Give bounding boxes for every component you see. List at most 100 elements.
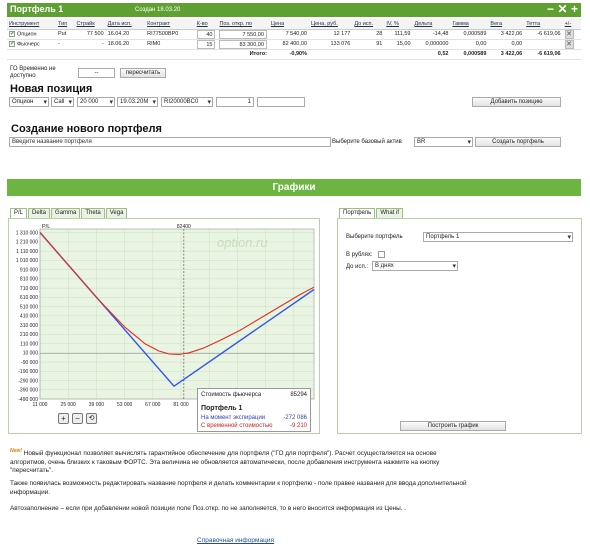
- col-header[interactable]: Контракт: [145, 19, 195, 30]
- current-price-label: 82400: [177, 224, 191, 230]
- col-header[interactable]: Тетта: [524, 19, 563, 30]
- expiry-label: На момент экспирации: [201, 415, 266, 421]
- new-portfolio-title: Создание нового портфеля: [11, 123, 162, 135]
- y-tick-label: -90 000: [21, 360, 38, 366]
- portfolio-name-input[interactable]: Введите название портфеля: [9, 137, 331, 147]
- x-tick-label: 11 000: [33, 402, 48, 408]
- row-checkbox[interactable]: ✔: [9, 40, 15, 47]
- contract-select[interactable]: RI20000BC0: [161, 97, 213, 107]
- cell-iv: 111,59: [384, 29, 413, 40]
- tab-portfolio[interactable]: Портфель: [339, 208, 376, 218]
- date-select[interactable]: 19.03.20M: [117, 97, 158, 107]
- col-header[interactable]: Инструмент: [7, 19, 56, 30]
- tab-pl[interactable]: P/L: [10, 208, 28, 218]
- instrument-select[interactable]: Опцион: [9, 97, 49, 107]
- row-checkbox[interactable]: ✔: [9, 30, 15, 37]
- cell-iv: 15,00: [384, 39, 413, 50]
- new-price-input[interactable]: [257, 97, 305, 107]
- asset-select[interactable]: BR: [414, 137, 473, 147]
- y-tick-label: 1 110 000: [16, 249, 38, 255]
- col-header[interactable]: IV, %: [384, 19, 413, 30]
- totals-theta: -6 619,06: [524, 49, 563, 60]
- col-header[interactable]: Тип: [56, 19, 75, 30]
- close-icon[interactable]: ✕: [557, 3, 568, 15]
- cell-instrument: Опцион: [17, 31, 37, 38]
- rub-checkbox[interactable]: [378, 251, 385, 258]
- totals-label: Итого:: [217, 49, 269, 60]
- col-header[interactable]: Дельта: [412, 19, 451, 30]
- open-price-input[interactable]: 83 300,00: [219, 39, 267, 49]
- y-tick-label: 510 000: [20, 304, 38, 310]
- time-value-value: -9 210: [289, 423, 307, 429]
- build-chart-button[interactable]: Построить график: [400, 421, 506, 431]
- rub-label: В рублях:: [346, 252, 373, 258]
- portfolio-select[interactable]: Портфель 1: [423, 232, 573, 242]
- delete-row-button[interactable]: ✕: [564, 39, 574, 49]
- cell-type: -: [56, 39, 75, 50]
- zoom-in-icon[interactable]: +: [58, 413, 69, 424]
- y-tick-label: 110 000: [20, 341, 38, 347]
- y-tick-label: 210 000: [20, 332, 38, 338]
- portfolio-table: Инструмент Тип Страйк Дата исп. Контракт…: [7, 19, 581, 60]
- qty-input[interactable]: 15: [196, 39, 216, 49]
- add-position-button[interactable]: Добавить позицию: [472, 97, 561, 107]
- note-autofill: Автозаполнение – если при добавлении нов…: [10, 505, 407, 512]
- cell-price-rub: 12 177: [309, 29, 353, 40]
- col-header[interactable]: Вега: [488, 19, 525, 30]
- col-header[interactable]: К-во: [194, 19, 218, 30]
- minimize-button[interactable]: −: [545, 3, 556, 15]
- tab-what-if[interactable]: What if: [376, 208, 403, 218]
- totals-pct: -0,90%: [268, 49, 309, 60]
- qty-input[interactable]: 40: [196, 29, 216, 39]
- delete-row-button[interactable]: ✕: [564, 29, 574, 39]
- col-header[interactable]: Страйк: [74, 19, 106, 30]
- open-price-input[interactable]: 7 550,00: [219, 29, 267, 39]
- col-header[interactable]: До исп.: [352, 19, 385, 30]
- y-tick-label: 1 310 000: [16, 230, 38, 236]
- zoom-out-icon[interactable]: −: [72, 413, 83, 424]
- col-header[interactable]: Цена, руб.: [309, 19, 353, 30]
- x-tick-label: 81 000: [173, 402, 189, 408]
- portfolio-title[interactable]: Портфель 1: [10, 4, 63, 14]
- col-header[interactable]: Цена: [268, 19, 309, 30]
- add-icon[interactable]: +: [569, 3, 580, 15]
- type-select[interactable]: Call: [51, 97, 74, 107]
- help-link[interactable]: Справочная информация: [197, 537, 274, 544]
- recalc-button[interactable]: пересчитать: [120, 68, 166, 78]
- cell-theta: -6 619,06: [524, 29, 563, 40]
- cell-price: 7 540,00: [268, 29, 309, 40]
- cell-date: 16.04.20: [105, 29, 146, 40]
- zoom-reset-icon[interactable]: ⟲: [86, 413, 97, 424]
- tab-theta[interactable]: Theta: [81, 208, 105, 218]
- x-tick-label: 25 000: [61, 402, 77, 408]
- create-portfolio-button[interactable]: Создать портфель: [475, 137, 561, 147]
- y-tick-label: 810 000: [20, 277, 38, 283]
- y-tick-label: 410 000: [20, 314, 38, 320]
- new-badge: New!: [10, 448, 22, 454]
- y-tick-label: 310 000: [20, 323, 38, 329]
- y-tick-label: -190 000: [18, 369, 38, 375]
- cell-price-rub: 133 076: [309, 39, 353, 50]
- strike-select[interactable]: 20 000: [77, 97, 115, 107]
- chart-tabs: P/L Delta Gamma Theta Vega: [10, 208, 128, 218]
- col-header[interactable]: Поз. откр. по: [217, 19, 269, 30]
- futures-price-label: Стоимость фьючерса: [201, 392, 262, 398]
- tab-delta[interactable]: Delta: [28, 208, 51, 218]
- cell-days: 91: [352, 39, 385, 50]
- note-new-go: New! Новый функционал позволяет вычислят…: [10, 448, 440, 475]
- cell-vega: 3 422,06: [488, 29, 525, 40]
- portfolio-header: Портфель 1 Создан 18.03.20 − ✕ +: [7, 3, 581, 17]
- tab-gamma[interactable]: Gamma: [51, 208, 81, 218]
- graphs-section-title: Графики: [7, 179, 581, 196]
- new-qty-input[interactable]: 1: [216, 97, 254, 107]
- until-select[interactable]: В днях: [372, 261, 458, 271]
- expiry-value: -272 086: [283, 415, 307, 421]
- col-header[interactable]: Дата исп.: [105, 19, 146, 30]
- totals-gamma: 0,000589: [450, 49, 489, 60]
- created-date: Создан 18.03.20: [135, 7, 181, 13]
- tab-vega[interactable]: Vega: [105, 208, 128, 218]
- chart-info-box: Стоимость фьючерса 85294 Портфель 1 На м…: [197, 388, 311, 432]
- zoom-controls: + − ⟲: [58, 413, 97, 424]
- col-header[interactable]: Гамма: [450, 19, 489, 30]
- cell-strike: -: [74, 39, 106, 50]
